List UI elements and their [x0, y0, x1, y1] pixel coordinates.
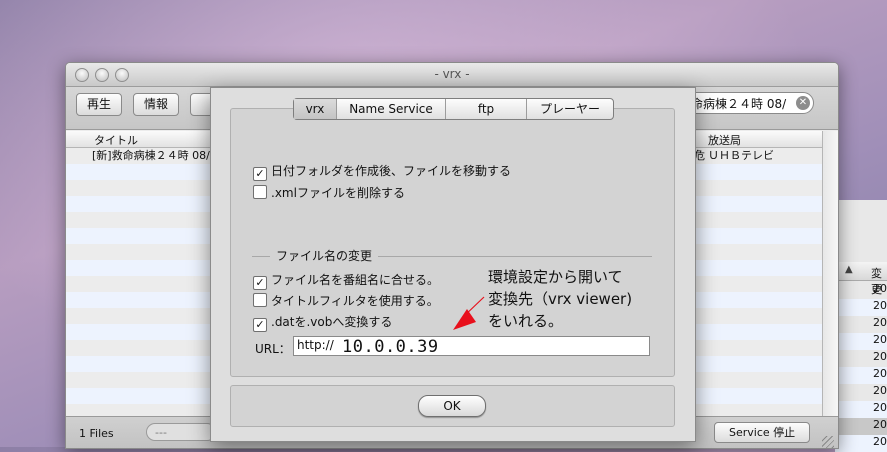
red-arrow-icon [453, 309, 476, 330]
tab-ftp[interactable]: ftp [446, 99, 527, 119]
preferences-tabs: vrx Name Service ftp プレーヤー [293, 98, 614, 120]
annotation-arrow-layer [453, 296, 485, 330]
tab-name-service[interactable]: Name Service [337, 99, 446, 119]
tab-player[interactable]: プレーヤー [527, 99, 613, 119]
tab-vrx[interactable]: vrx [294, 99, 337, 119]
